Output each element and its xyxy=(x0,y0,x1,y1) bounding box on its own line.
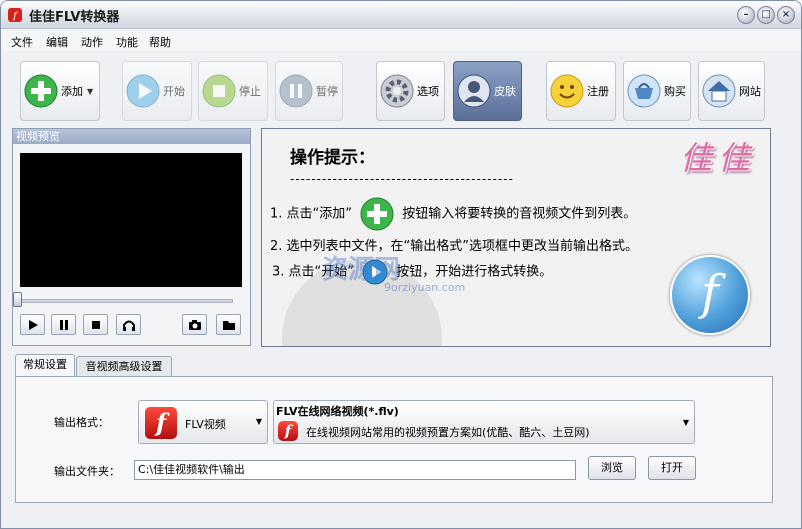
pause-button[interactable]: 暂停 xyxy=(275,61,343,121)
home-icon xyxy=(702,74,736,108)
video-screen xyxy=(20,153,242,287)
play-button[interactable] xyxy=(20,314,45,335)
seek-bar[interactable] xyxy=(21,299,233,303)
stop-label: 停止 xyxy=(239,85,261,98)
play-icon xyxy=(29,320,38,330)
title-bar[interactable]: f 佳佳FLV转换器 – □ × xyxy=(1,1,801,29)
add-label: 添加 xyxy=(61,85,83,98)
start-label: 开始 xyxy=(163,85,185,98)
register-button[interactable]: 注册 xyxy=(546,61,616,121)
smiley-icon xyxy=(550,74,584,108)
app-window: f 佳佳FLV转换器 – □ × 文件 编辑 动作 功能 帮助 添加 ▼ 开始 … xyxy=(0,0,802,529)
user-icon xyxy=(457,74,491,108)
chevron-down-icon: ▼ xyxy=(682,418,689,427)
options-button[interactable]: 选项 xyxy=(376,61,445,121)
maximize-icon: □ xyxy=(761,9,771,20)
stop-button[interactable]: 停止 xyxy=(198,61,268,121)
close-button[interactable]: × xyxy=(777,6,795,24)
preset-title: FLV在线网络视频(*.flv) xyxy=(276,405,399,418)
tab-general-settings[interactable]: 常规设置 xyxy=(15,354,75,376)
chevron-down-icon[interactable]: ▼ xyxy=(87,87,93,96)
tip-step-1: 1. 点击“添加” 按钮输入将要转换的音视频文件到列表。 xyxy=(270,197,636,231)
register-label: 注册 xyxy=(587,85,609,98)
tip-step-3-text-b: 按钮，开始进行格式转换。 xyxy=(396,264,553,280)
open-button[interactable]: 打开 xyxy=(648,456,696,480)
add-button[interactable]: 添加 ▼ xyxy=(20,61,100,121)
preview-title: 视频预览 xyxy=(13,129,250,144)
pause-label: 暂停 xyxy=(316,85,338,98)
tip-step-1-text-b: 按钮输入将要转换的音视频文件到列表。 xyxy=(402,206,637,222)
buy-label: 购买 xyxy=(664,85,686,98)
gear-icon xyxy=(380,74,414,108)
flash-icon: f xyxy=(145,407,177,439)
basket-icon xyxy=(627,74,661,108)
tips-panel: 操作提示： 佳佳 -------------------------------… xyxy=(261,128,771,347)
pause-button[interactable] xyxy=(51,314,76,335)
website-button[interactable]: 网站 xyxy=(698,61,765,121)
menu-edit[interactable]: 编辑 xyxy=(46,34,68,50)
menu-bar: 文件 编辑 动作 功能 帮助 xyxy=(1,30,801,51)
output-format-label: 输出格式： xyxy=(54,416,109,429)
skin-button[interactable]: 皮肤 xyxy=(453,61,522,121)
minimize-button[interactable]: – xyxy=(737,6,755,24)
pause-icon xyxy=(279,74,313,108)
preset-description: 在线视频网站常用的视频预置方案如(优酷、酷六、土豆网) xyxy=(306,426,590,439)
volume-button[interactable] xyxy=(116,314,141,335)
open-folder-button[interactable] xyxy=(216,314,241,335)
options-label: 选项 xyxy=(417,85,439,98)
folder-icon xyxy=(223,321,235,330)
maximize-button[interactable]: □ xyxy=(757,6,775,24)
format-select[interactable]: f FLV视频 ▼ xyxy=(138,400,268,444)
flash-logo-icon: f xyxy=(670,255,750,335)
browse-button[interactable]: 浏览 xyxy=(588,456,636,480)
site-watermark-url: 9orziyuan.com xyxy=(384,281,466,294)
chevron-down-icon: ▼ xyxy=(255,417,262,426)
menu-file[interactable]: 文件 xyxy=(11,34,33,50)
plus-icon xyxy=(24,74,58,108)
headphones-icon xyxy=(123,320,135,331)
plus-icon xyxy=(360,197,394,231)
tab-advanced-settings[interactable]: 音视频高级设置 xyxy=(76,356,172,376)
minimize-icon: – xyxy=(743,9,749,20)
start-button[interactable]: 开始 xyxy=(122,61,192,121)
camera-icon xyxy=(189,320,201,330)
pause-icon xyxy=(60,320,68,330)
stop-icon xyxy=(92,321,100,329)
stop-button[interactable] xyxy=(83,314,108,335)
brand-logo: 佳佳 xyxy=(679,139,756,177)
app-logo-icon: f xyxy=(8,8,22,22)
window-title: 佳佳FLV转换器 xyxy=(29,10,120,25)
flash-icon: f xyxy=(278,421,298,441)
tips-separator: ----------------------------------------… xyxy=(290,172,514,186)
website-label: 网站 xyxy=(739,85,761,98)
snapshot-button[interactable] xyxy=(182,314,207,335)
play-icon xyxy=(126,74,160,108)
tips-title: 操作提示： xyxy=(290,148,375,168)
general-settings-panel: 输出格式： f FLV视频 ▼ FLV在线网络视频(*.flv) f 在线视频网… xyxy=(15,376,773,503)
menu-help[interactable]: 帮助 xyxy=(149,34,171,50)
menu-function[interactable]: 功能 xyxy=(116,34,138,50)
output-folder-label: 输出文件夹： xyxy=(54,465,120,478)
format-preset-select[interactable]: FLV在线网络视频(*.flv) f 在线视频网站常用的视频预置方案如(优酷、酷… xyxy=(273,400,695,444)
seek-handle[interactable] xyxy=(13,292,22,307)
format-value: FLV视频 xyxy=(185,418,226,431)
skin-label: 皮肤 xyxy=(494,85,516,98)
video-preview-panel: 视频预览 xyxy=(12,128,251,346)
menu-action[interactable]: 动作 xyxy=(81,34,103,50)
stop-icon xyxy=(202,74,236,108)
output-folder-field[interactable]: C:\佳佳视频软件\输出 xyxy=(134,460,576,480)
close-icon: × xyxy=(781,9,791,20)
tip-step-1-text-a: 1. 点击“添加” xyxy=(270,206,353,222)
toolbar: 添加 ▼ 开始 停止 暂停 选项 皮肤 注册 购买 网站 xyxy=(1,51,801,127)
buy-button[interactable]: 购买 xyxy=(623,61,691,121)
